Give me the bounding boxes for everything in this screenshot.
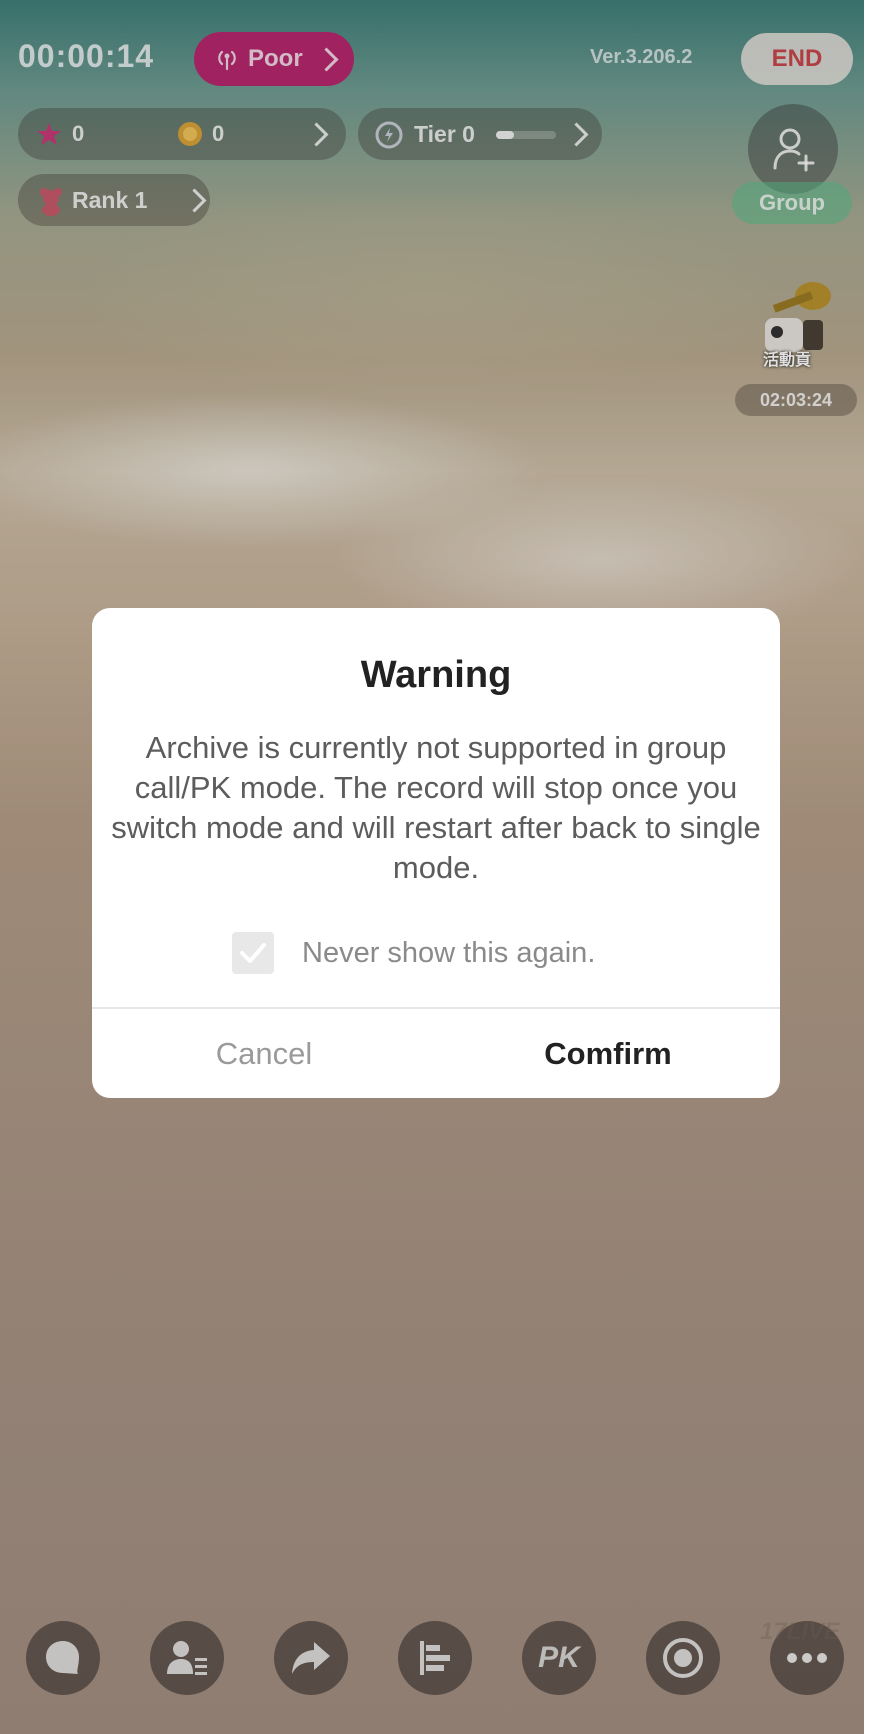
never-show-label: Never show this again. (302, 936, 596, 969)
check-icon (239, 941, 267, 970)
live-stream-background: 00:00:14 Poor Ver.3.206.2 END 0 0 Tier 0 (0, 0, 864, 1734)
dialog-message: Archive is currently not supported in gr… (111, 730, 761, 885)
dialog-title: Warning (360, 654, 512, 696)
warning-dialog: Warning Archive is currently not support… (92, 608, 780, 1098)
confirm-button[interactable]: Comfirm (436, 1009, 780, 1098)
never-show-checkbox[interactable] (232, 932, 274, 974)
cancel-button[interactable]: Cancel (92, 1009, 436, 1098)
never-show-again-option[interactable]: Never show this again. (232, 932, 595, 974)
